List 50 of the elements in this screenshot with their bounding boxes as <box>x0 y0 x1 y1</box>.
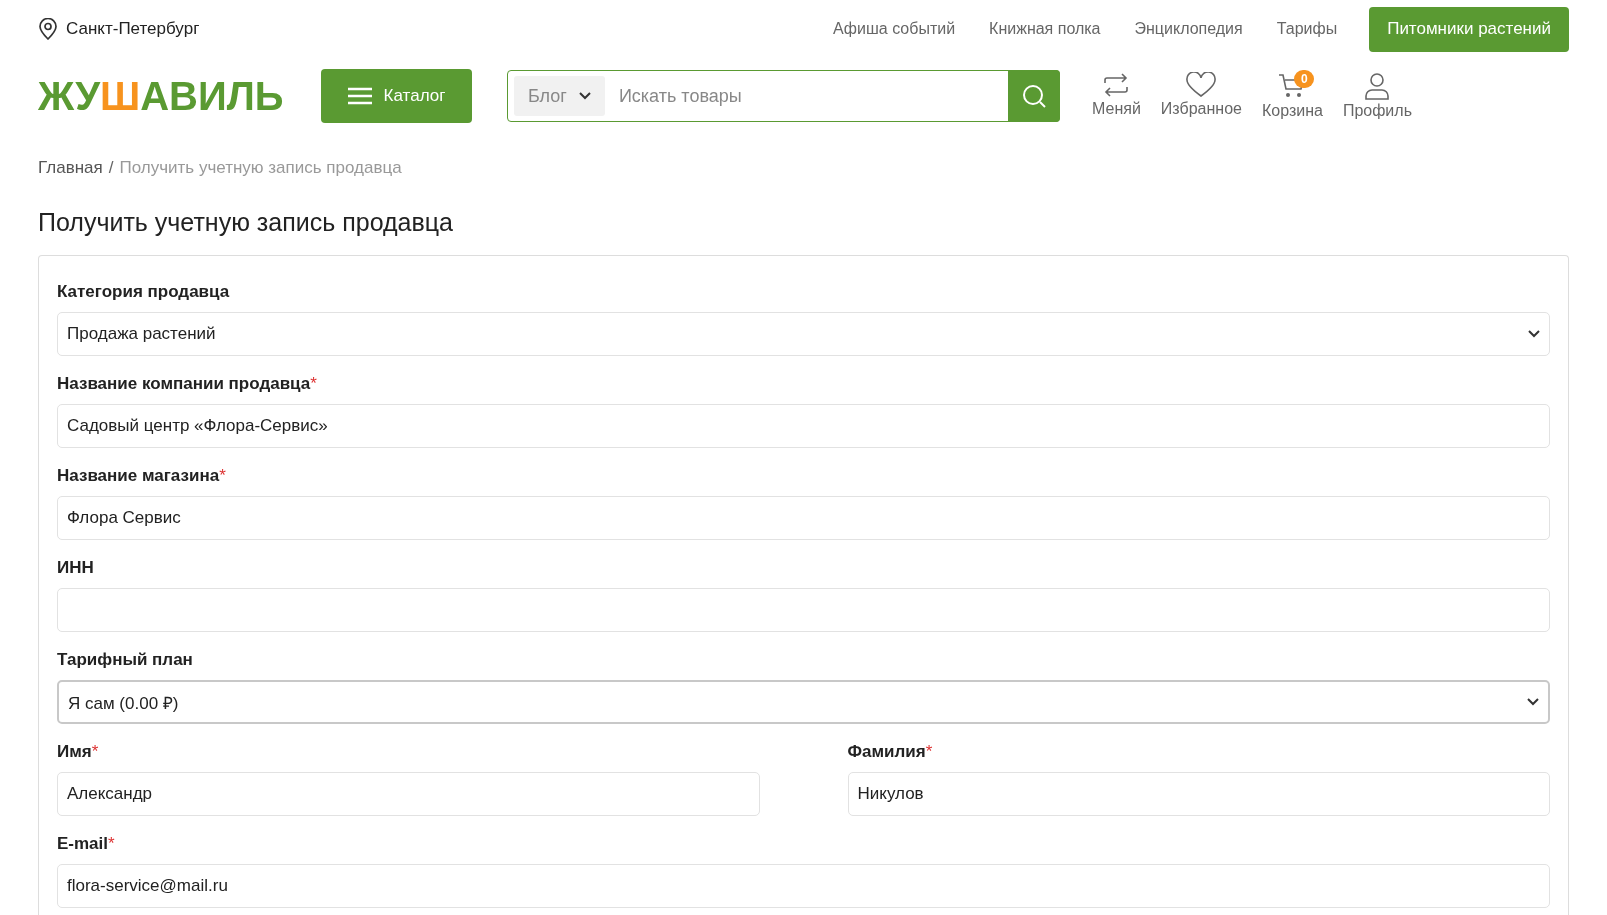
field-label: ИНН <box>57 558 95 578</box>
text-field[interactable]: Никулов <box>847 772 1550 816</box>
required-asterisk: * <box>925 742 933 761</box>
search-icon <box>1021 83 1047 109</box>
field-label: E-mail* <box>57 834 116 854</box>
header-action[interactable]: Профиль <box>1342 72 1412 120</box>
location-pin-icon <box>38 18 58 40</box>
dropdown-field[interactable]: Я сам (0.00 ₽) <box>57 680 1550 724</box>
text-field[interactable] <box>57 588 1550 632</box>
search-scope-dropdown[interactable]: Блог <box>514 76 605 116</box>
dropdown-field[interactable]: Продажа растений <box>57 312 1550 356</box>
nav-link[interactable]: Афиша событий <box>833 20 956 38</box>
nav-link[interactable]: Тарифы <box>1276 20 1338 38</box>
search-field[interactable]: Блог Искать товары <box>507 70 1060 122</box>
city-name[interactable]: Санкт-Петербург <box>66 19 200 39</box>
swap-arrows-icon <box>1102 72 1131 98</box>
field-label: Категория продавца <box>57 282 231 302</box>
field-label: Имя* <box>57 742 100 762</box>
text-field[interactable]: Садовый центр «Флора-Сервис» <box>57 404 1550 448</box>
chevron-down-icon <box>578 92 591 100</box>
nav-link[interactable]: Книжная полка <box>989 20 1101 38</box>
text-field[interactable]: Александр <box>57 772 760 816</box>
heart-icon <box>1186 72 1217 98</box>
breadcrumb-separator: / <box>108 158 114 178</box>
text-field[interactable]: flora-service@mail.ru <box>57 864 1550 908</box>
required-asterisk: * <box>91 742 99 761</box>
catalog-button[interactable]: Каталог <box>321 69 472 123</box>
header-action[interactable]: Избранное <box>1160 72 1242 120</box>
search-button[interactable] <box>1008 70 1060 122</box>
breadcrumb-link[interactable]: Главная <box>38 158 103 178</box>
required-asterisk: * <box>219 466 226 485</box>
nurseries-button[interactable]: Питомники растений <box>1369 6 1569 52</box>
chevron-down-icon <box>1528 330 1540 338</box>
field-label: Тарифный план <box>57 650 194 670</box>
page-title: Получить учетную запись продавца <box>38 208 454 237</box>
menu-icon <box>347 87 372 105</box>
breadcrumb-current: Получить учетную запись продавца <box>119 158 402 178</box>
header-action[interactable]: Корзина 0 <box>1261 72 1323 120</box>
cart-count-badge: 0 <box>1294 70 1315 88</box>
header-action[interactable]: Меняй <box>1092 72 1141 120</box>
required-asterisk: * <box>310 374 317 393</box>
chevron-down-icon <box>1527 698 1539 706</box>
logo[interactable]: ЖУШАВИЛЬ <box>38 73 321 119</box>
field-label: Название компании продавца* <box>57 374 318 394</box>
user-icon <box>1364 72 1391 100</box>
field-label: Фамилия* <box>847 742 934 762</box>
field-label: Название магазина* <box>57 466 227 486</box>
text-field[interactable]: Флора Сервис <box>57 496 1550 540</box>
nav-link[interactable]: Энциклопедия <box>1134 20 1243 38</box>
required-asterisk: * <box>108 834 115 853</box>
